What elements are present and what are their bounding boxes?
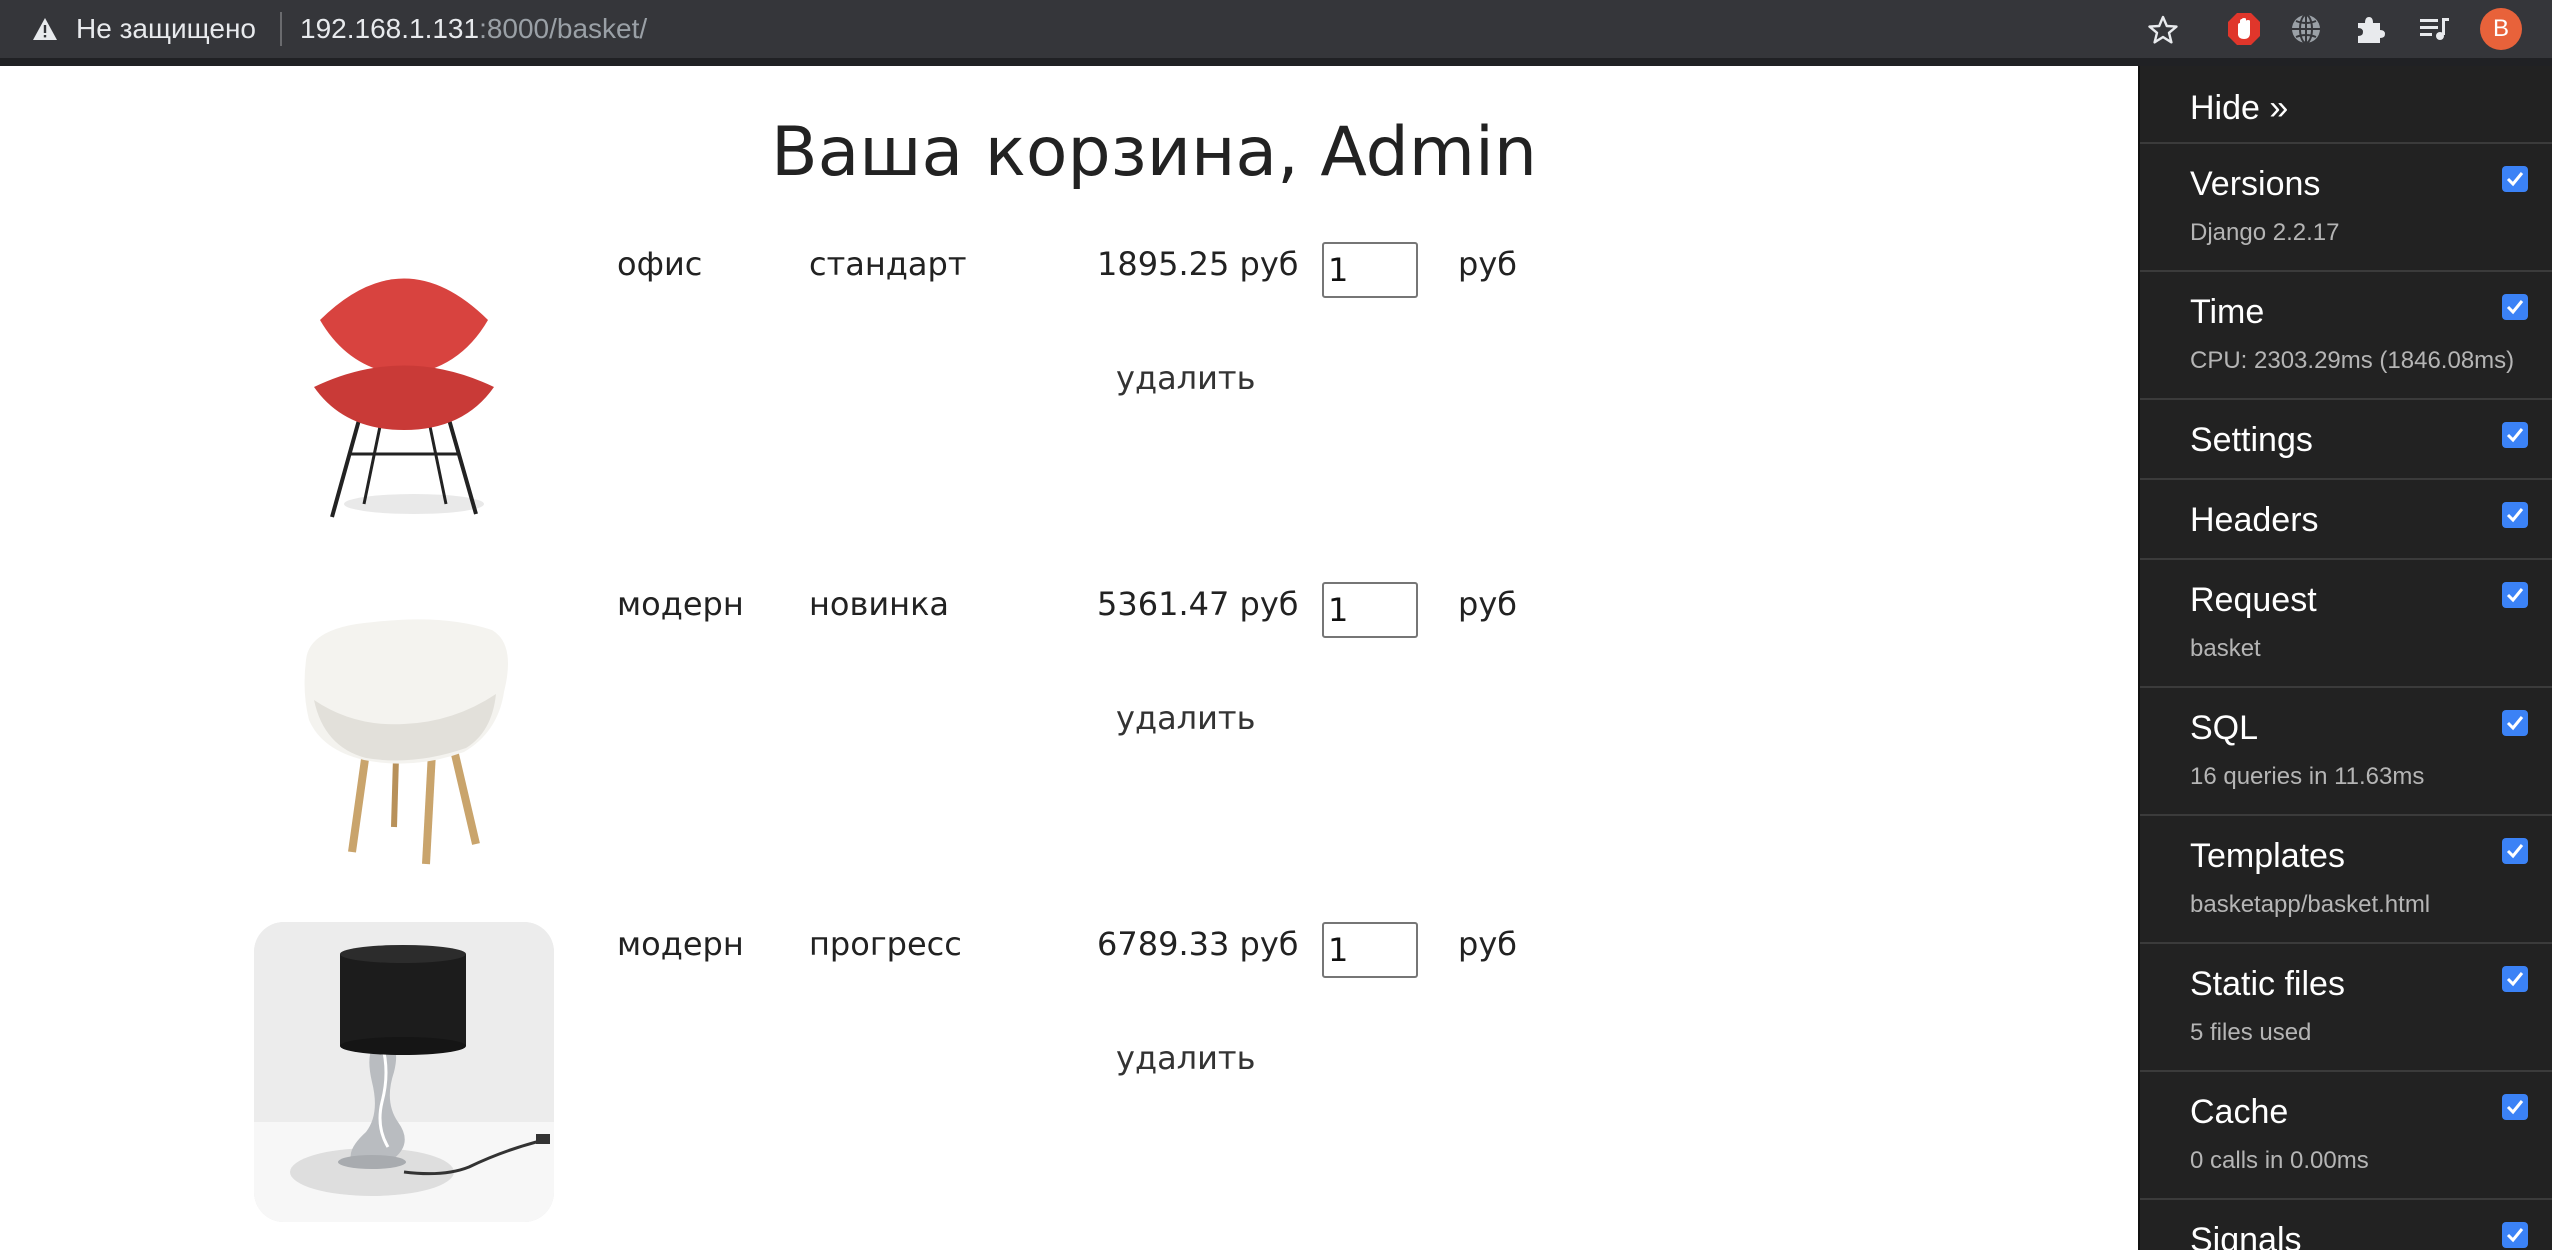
item-price: 5361.47 руб [1097, 585, 1299, 623]
panel-title: Time [2190, 293, 2265, 331]
panel-time[interactable]: Time CPU: 2303.29ms (1846.08ms) [2140, 272, 2552, 400]
panel-toggle-checkbox[interactable] [2502, 1094, 2528, 1120]
address-bar[interactable]: 192.168.1.131:8000/basket/ [300, 12, 647, 46]
url-host: 192.168.1.131 [300, 13, 480, 44]
item-name: стандарт [809, 245, 967, 283]
panel-title: SQL [2190, 709, 2259, 747]
panel-subtitle: 0 calls in 0.00ms [2190, 1147, 2369, 1174]
panel-subtitle: 5 files used [2190, 1019, 2312, 1046]
security-status[interactable]: Не защищено [76, 12, 256, 46]
address-divider [280, 12, 282, 46]
puzzle-icon[interactable] [2352, 11, 2388, 47]
panel-signals[interactable]: Signals [2140, 1200, 2552, 1250]
panel-toggle-checkbox[interactable] [2502, 294, 2528, 320]
basket-item: офис стандарт 1895.25 руб руб удалить [0, 242, 2100, 542]
basket-item: модерн новинка 5361.47 руб руб удалить [0, 582, 2100, 882]
panel-title: Settings [2190, 421, 2313, 459]
browser-toolbar: Не защищено 192.168.1.131:8000/basket/ B [0, 0, 2552, 66]
item-name: прогресс [809, 925, 962, 963]
panel-toggle-checkbox[interactable] [2502, 966, 2528, 992]
panel-toggle-checkbox[interactable] [2502, 502, 2528, 528]
url-path: :8000/basket/ [479, 13, 648, 44]
currency-label: руб [1458, 245, 1517, 283]
panel-subtitle: basketapp/basket.html [2190, 891, 2431, 918]
panel-title: Headers [2190, 501, 2319, 539]
currency-label: руб [1458, 925, 1517, 963]
item-price: 1895.25 руб [1097, 245, 1299, 283]
profile-avatar[interactable]: B [2480, 8, 2522, 50]
panel-sql[interactable]: SQL 16 queries in 11.63ms [2140, 688, 2552, 816]
quantity-input[interactable] [1322, 582, 1418, 638]
panel-subtitle: CPU: 2303.29ms (1846.08ms) [2190, 347, 2515, 374]
panel-toggle-checkbox[interactable] [2502, 422, 2528, 448]
panel-toggle-checkbox[interactable] [2502, 166, 2528, 192]
panel-title: Versions [2190, 165, 2321, 203]
quantity-input[interactable] [1322, 922, 1418, 978]
panel-subtitle: 16 queries in 11.63ms [2190, 763, 2425, 790]
quantity-input[interactable] [1322, 242, 1418, 298]
warning-icon[interactable] [32, 17, 58, 41]
panel-headers[interactable]: Headers [2140, 480, 2552, 560]
item-name: новинка [809, 585, 950, 623]
panel-versions[interactable]: Versions Django 2.2.17 [2140, 144, 2552, 272]
basket-item: модерн прогресс 6789.33 руб руб удалить [0, 922, 2100, 1222]
panel-static-files[interactable]: Static files 5 files used [2140, 944, 2552, 1072]
panel-request[interactable]: Request basket [2140, 560, 2552, 688]
globe-icon[interactable] [2288, 11, 2324, 47]
stop-hand-icon[interactable] [2226, 11, 2262, 47]
page-title: Ваша корзина, Admin [770, 113, 1538, 192]
debug-toolbar: Hide » Versions Django 2.2.17 Time CPU: … [2138, 66, 2552, 1250]
panel-toggle-checkbox[interactable] [2502, 710, 2528, 736]
item-category: офис [617, 245, 703, 283]
panel-subtitle: basket [2190, 635, 2261, 662]
hide-toolbar-link[interactable]: Hide » [2140, 66, 2552, 144]
currency-label: руб [1458, 585, 1517, 623]
panel-toggle-checkbox[interactable] [2502, 582, 2528, 608]
product-image-red-chair[interactable] [254, 242, 554, 542]
panel-title: Static files [2190, 965, 2345, 1003]
panel-toggle-checkbox[interactable] [2502, 1222, 2528, 1248]
product-image-table-lamp[interactable] [254, 922, 554, 1222]
panel-title: Request [2190, 581, 2317, 619]
panel-settings[interactable]: Settings [2140, 400, 2552, 480]
star-icon[interactable] [2147, 14, 2179, 46]
item-category: модерн [617, 585, 744, 623]
item-category: модерн [617, 925, 744, 963]
queue-icon[interactable] [2416, 11, 2452, 47]
panel-subtitle: Django 2.2.17 [2190, 219, 2340, 246]
delete-button[interactable]: удалить [1116, 356, 1255, 400]
panel-cache[interactable]: Cache 0 calls in 0.00ms [2140, 1072, 2552, 1200]
panel-toggle-checkbox[interactable] [2502, 838, 2528, 864]
panel-templates[interactable]: Templates basketapp/basket.html [2140, 816, 2552, 944]
panel-title: Signals [2190, 1221, 2302, 1250]
product-image-white-chair[interactable] [254, 582, 554, 882]
panel-title: Templates [2190, 837, 2345, 875]
toolbar-divider [0, 58, 2552, 66]
item-price: 6789.33 руб [1097, 925, 1299, 963]
panel-title: Cache [2190, 1093, 2289, 1131]
delete-button[interactable]: удалить [1116, 696, 1255, 740]
delete-button[interactable]: удалить [1116, 1036, 1255, 1080]
